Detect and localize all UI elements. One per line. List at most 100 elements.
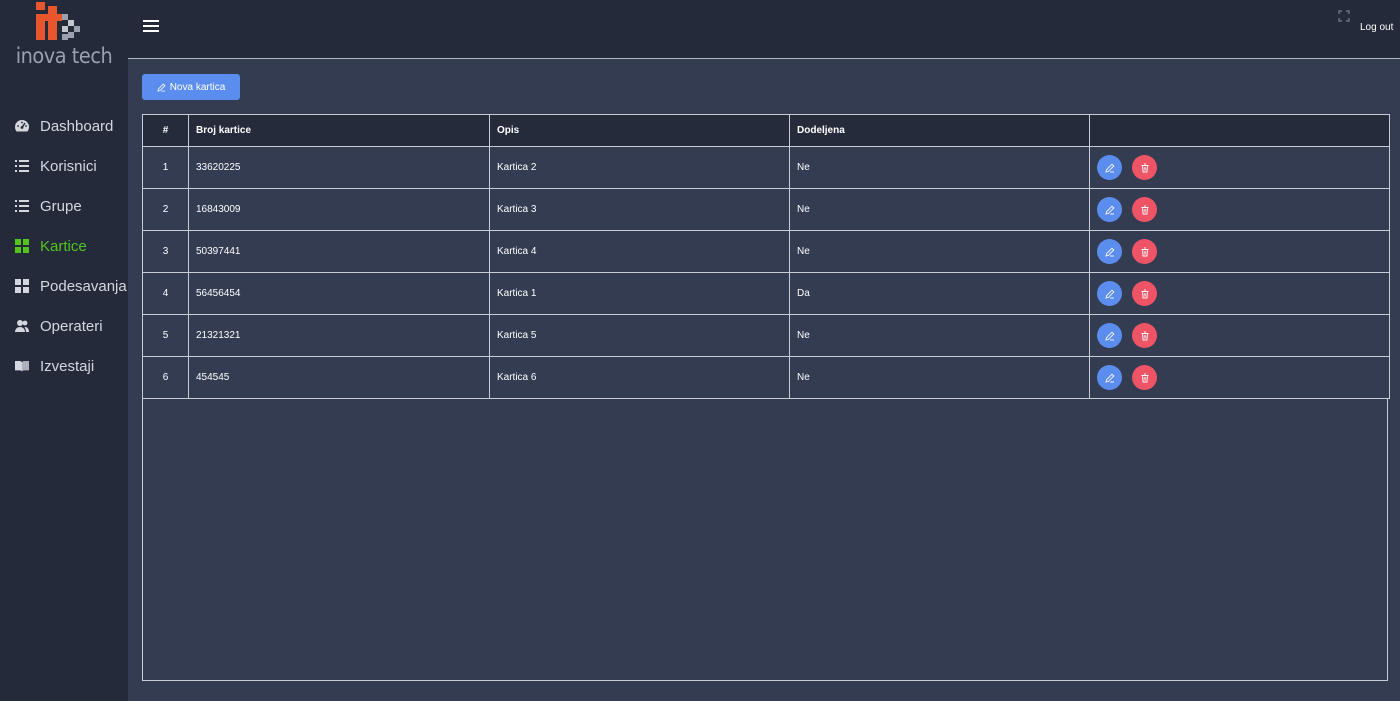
sidebar-item-label: Dashboard: [40, 117, 114, 135]
edit-button[interactable]: [1097, 155, 1122, 180]
sidebar-item-grupe[interactable]: Grupe: [0, 186, 128, 226]
sidebar-nav: Dashboard Korisnici Grupe Kartice Podesa…: [0, 106, 128, 386]
trash-icon: [1141, 163, 1148, 172]
cell-actions: [1089, 146, 1390, 189]
edit-button[interactable]: [1097, 281, 1122, 306]
cell-number: 3: [142, 230, 189, 273]
sidebar: inova tech Dashboard Korisnici Grupe Kar…: [0, 0, 128, 701]
cell-assigned: Ne: [789, 146, 1090, 189]
sidebar-item-operateri[interactable]: Operateri: [0, 306, 128, 346]
cell-description: Kartica 6: [489, 356, 790, 399]
dashboard-icon: [14, 118, 30, 134]
delete-button[interactable]: [1132, 365, 1157, 390]
grid-icon: [14, 238, 30, 254]
cell-assigned: Ne: [789, 314, 1090, 357]
pencil-icon: [1104, 247, 1114, 257]
delete-button[interactable]: [1132, 239, 1157, 264]
trash-icon: [1141, 373, 1148, 382]
delete-button[interactable]: [1132, 197, 1157, 222]
cell-number: 2: [142, 188, 189, 231]
cards-table-container: # Broj kartice Opis Dodeljena 1 33620225…: [142, 114, 1390, 681]
pencil-icon: [157, 83, 166, 92]
cell-assigned: Ne: [789, 230, 1090, 273]
cell-actions: [1089, 356, 1390, 399]
sidebar-item-kartice[interactable]: Kartice: [0, 226, 128, 266]
cell-actions: [1089, 230, 1390, 273]
book-icon: [14, 358, 30, 374]
sidebar-item-label: Izvestaji: [40, 357, 95, 375]
pencil-icon: [1104, 205, 1114, 215]
column-header-number: #: [142, 114, 189, 147]
cell-card-number: 56456454: [188, 272, 490, 315]
pencil-icon: [1104, 373, 1114, 383]
cell-description: Kartica 4: [489, 230, 790, 273]
sidebar-item-label: Grupe: [40, 197, 82, 215]
delete-button[interactable]: [1132, 155, 1157, 180]
delete-button[interactable]: [1132, 281, 1157, 306]
pencil-icon: [1104, 289, 1114, 299]
cards-table: # Broj kartice Opis Dodeljena 1 33620225…: [142, 114, 1390, 399]
cell-actions: [1089, 188, 1390, 231]
cell-assigned: Ne: [789, 356, 1090, 399]
cell-number: 5: [142, 314, 189, 357]
edit-button[interactable]: [1097, 365, 1122, 390]
trash-icon: [1141, 247, 1148, 256]
pencil-icon: [1104, 163, 1114, 173]
table-row: 6 454545 Kartica 6 Ne: [142, 356, 1390, 399]
delete-button[interactable]: [1132, 323, 1157, 348]
sidebar-item-dashboard[interactable]: Dashboard: [0, 106, 128, 146]
users-icon: [14, 318, 30, 334]
cell-description: Kartica 2: [489, 146, 790, 189]
cell-card-number: 454545: [188, 356, 490, 399]
column-header-assigned: Dodeljena: [789, 114, 1090, 147]
cell-number: 6: [142, 356, 189, 399]
table-row: 3 50397441 Kartica 4 Ne: [142, 230, 1390, 273]
fullscreen-icon[interactable]: [1338, 10, 1350, 22]
sidebar-item-label: Operateri: [40, 317, 103, 335]
cell-number: 4: [142, 272, 189, 315]
table-row: 4 56456454 Kartica 1 Da: [142, 272, 1390, 315]
cell-assigned: Ne: [789, 188, 1090, 231]
cell-actions: [1089, 314, 1390, 357]
table-row: 5 21321321 Kartica 5 Ne: [142, 314, 1390, 357]
trash-icon: [1141, 289, 1148, 298]
grid-icon: [14, 278, 30, 294]
edit-button[interactable]: [1097, 323, 1122, 348]
table-row: 2 16843009 Kartica 3 Ne: [142, 188, 1390, 231]
sidebar-item-izvestaji[interactable]: Izvestaji: [0, 346, 128, 386]
sidebar-item-label: Korisnici: [40, 157, 97, 175]
logout-link[interactable]: Log out: [1360, 22, 1393, 33]
cell-card-number: 33620225: [188, 146, 490, 189]
sidebar-item-podesavanja[interactable]: Podesavanja: [0, 266, 128, 306]
column-header-actions: [1089, 114, 1390, 147]
table-row: 1 33620225 Kartica 2 Ne: [142, 146, 1390, 189]
logo-text: inova tech: [15, 44, 113, 68]
cell-card-number: 16843009: [188, 188, 490, 231]
cell-assigned: Da: [789, 272, 1090, 315]
trash-icon: [1141, 205, 1148, 214]
new-card-button-label: Nova kartica: [169, 81, 226, 93]
cell-description: Kartica 3: [489, 188, 790, 231]
hamburger-menu-icon[interactable]: [143, 20, 159, 34]
logo-mark-icon: [36, 2, 80, 40]
list-icon: [14, 198, 30, 214]
cell-description: Kartica 5: [489, 314, 790, 357]
sidebar-item-label: Kartice: [40, 237, 87, 255]
cell-number: 1: [142, 146, 189, 189]
column-header-card-number: Broj kartice: [188, 114, 490, 147]
topbar: Log out: [128, 0, 1400, 59]
cell-actions: [1089, 272, 1390, 315]
cell-card-number: 50397441: [188, 230, 490, 273]
table-header-row: # Broj kartice Opis Dodeljena: [142, 114, 1390, 147]
cell-description: Kartica 1: [489, 272, 790, 315]
pencil-icon: [1104, 331, 1114, 341]
trash-icon: [1141, 331, 1148, 340]
edit-button[interactable]: [1097, 197, 1122, 222]
column-header-description: Opis: [489, 114, 790, 147]
sidebar-item-korisnici[interactable]: Korisnici: [0, 146, 128, 186]
logo: inova tech: [0, 0, 128, 80]
new-card-button[interactable]: Nova kartica: [142, 74, 240, 100]
cell-card-number: 21321321: [188, 314, 490, 357]
sidebar-item-label: Podesavanja: [40, 277, 127, 295]
edit-button[interactable]: [1097, 239, 1122, 264]
